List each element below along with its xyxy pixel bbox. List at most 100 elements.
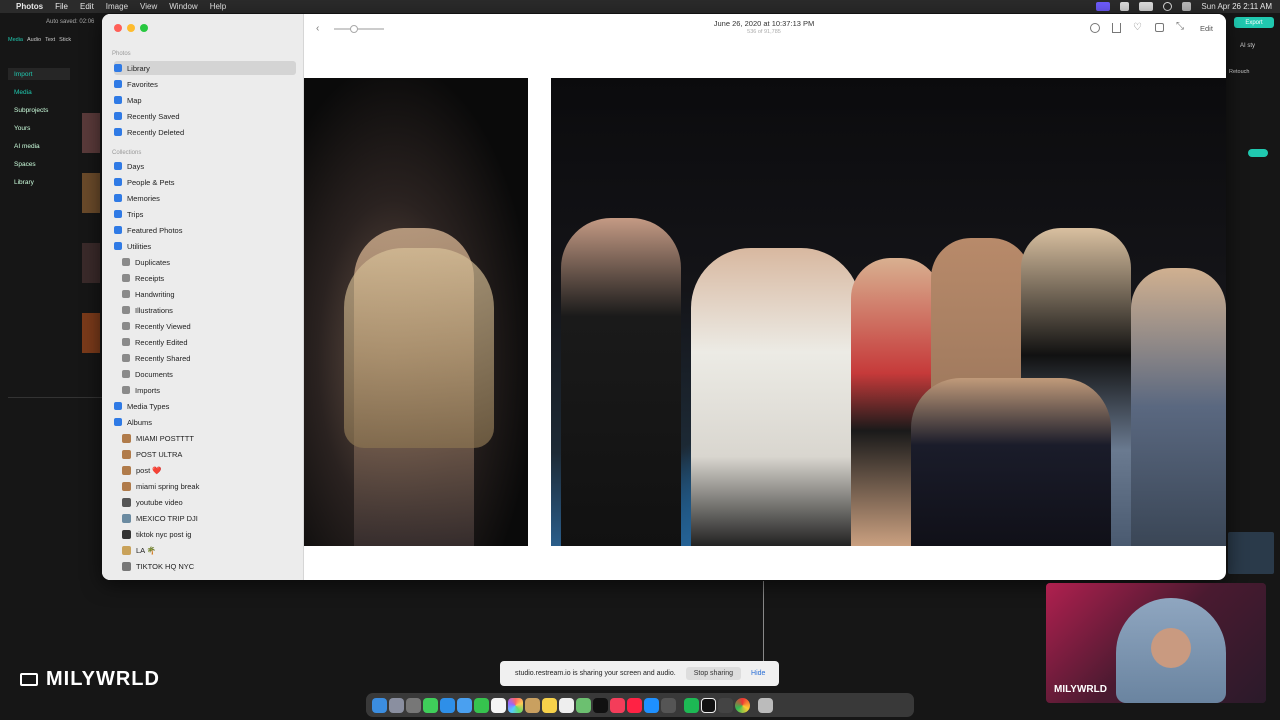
minimize-button[interactable] (127, 24, 135, 32)
menu-app-name[interactable]: Photos (16, 2, 43, 11)
album-item[interactable]: POST ULTRA (122, 447, 296, 461)
capcut-thumb[interactable] (82, 313, 100, 353)
menu-view[interactable]: View (140, 2, 157, 11)
capcut-icon[interactable] (701, 697, 716, 713)
settings-icon[interactable] (406, 697, 421, 713)
rotate-icon[interactable] (1155, 23, 1164, 32)
edit-button[interactable]: Edit (1200, 24, 1213, 33)
capcut-side-spaces[interactable]: Spaces (8, 158, 70, 170)
sidebar-item-illustrations[interactable]: Illustrations (122, 303, 296, 317)
previous-photo[interactable] (304, 78, 528, 546)
tv-icon[interactable] (593, 697, 608, 713)
app-icon[interactable] (661, 697, 676, 713)
chrome-icon[interactable] (735, 697, 750, 713)
sidebar-item-featured[interactable]: Featured Photos (114, 223, 296, 237)
spotify-icon[interactable] (684, 697, 699, 713)
album-item[interactable]: LA 🌴 (122, 543, 296, 557)
launchpad-icon[interactable] (389, 697, 404, 713)
menu-file[interactable]: File (55, 2, 68, 11)
capcut-side-yours[interactable]: Yours (8, 122, 70, 134)
menu-window[interactable]: Window (169, 2, 197, 11)
stop-sharing-button[interactable]: Stop sharing (685, 667, 742, 680)
retouch-label[interactable]: Retouch (1229, 69, 1250, 75)
menu-help[interactable]: Help (210, 2, 226, 11)
menubar-datetime[interactable]: Sun Apr 26 2:11 AM (1201, 2, 1272, 11)
sidebar-item-media-types[interactable]: Media Types (114, 399, 296, 413)
heart-icon[interactable]: ♡ (1133, 22, 1142, 33)
tab-text[interactable]: Text (45, 37, 55, 57)
reminders-icon[interactable] (559, 697, 574, 713)
sidebar-item-documents[interactable]: Documents (122, 367, 296, 381)
control-center-icon[interactable] (1182, 2, 1192, 11)
sidebar-item-handwriting[interactable]: Handwriting (122, 287, 296, 301)
finder-icon[interactable] (372, 697, 387, 713)
sidebar-item-imports[interactable]: Imports (122, 383, 296, 397)
menu-edit[interactable]: Edit (80, 2, 94, 11)
mail-icon[interactable] (457, 697, 472, 713)
tab-audio[interactable]: Audio (27, 37, 41, 57)
capcut-thumb[interactable] (82, 243, 100, 283)
notes-icon[interactable] (542, 697, 557, 713)
capcut-side-media[interactable]: Media (8, 86, 70, 98)
info-icon[interactable] (1090, 23, 1100, 33)
sidebar-item-utilities[interactable]: Utilities (114, 239, 296, 253)
share-icon[interactable] (1112, 23, 1121, 33)
app-icon[interactable] (718, 697, 733, 713)
zoom-button[interactable] (140, 24, 148, 32)
sidebar-item-library[interactable]: Library (114, 61, 296, 75)
screen-share-icon[interactable] (1096, 2, 1111, 11)
maps-icon[interactable] (576, 697, 591, 713)
export-button[interactable]: Export (1234, 17, 1274, 28)
capcut-side-library[interactable]: Library (8, 176, 70, 188)
sidebar-item-days[interactable]: Days (114, 159, 296, 173)
safari-icon[interactable] (440, 697, 455, 713)
album-item[interactable]: miami spring break (122, 479, 296, 493)
sidebar-item-map[interactable]: Map (114, 93, 296, 107)
hide-button[interactable]: Hide (751, 670, 765, 677)
sidebar-item-duplicates[interactable]: Duplicates (122, 255, 296, 269)
capcut-thumb[interactable] (82, 173, 100, 213)
sidebar-item-recently-viewed[interactable]: Recently Viewed (122, 319, 296, 333)
timeline-clip[interactable] (1228, 532, 1274, 574)
sidebar-item-recently-saved[interactable]: Recently Saved (114, 109, 296, 123)
sidebar-item-receipts[interactable]: Receipts (122, 271, 296, 285)
album-item[interactable]: tiktok nyc post ig (122, 527, 296, 541)
album-item[interactable]: TIKTOK HQ NYC (122, 559, 296, 573)
enhance-icon[interactable]: ⤡ (1176, 21, 1184, 32)
tab-stickers[interactable]: Stick (59, 37, 71, 57)
toggle-switch[interactable] (1248, 149, 1268, 157)
sidebar-item-albums[interactable]: Albums (114, 415, 296, 429)
album-item[interactable]: post ❤️ (122, 463, 296, 477)
tab-media[interactable]: Media (8, 37, 23, 57)
appstore-icon[interactable] (644, 697, 659, 713)
search-icon[interactable] (1163, 2, 1173, 11)
news-icon[interactable] (627, 697, 642, 713)
album-item[interactable]: youtube video (122, 495, 296, 509)
app-icon[interactable] (525, 697, 540, 713)
sidebar-item-memories[interactable]: Memories (114, 191, 296, 205)
zoom-slider-knob[interactable] (350, 25, 358, 33)
album-item[interactable]: MEXICO TRIP DJI (122, 511, 296, 525)
album-item[interactable]: MIAMI POSTTTT (122, 431, 296, 445)
sidebar-item-recently-deleted[interactable]: Recently Deleted (114, 125, 296, 139)
battery-icon[interactable] (1139, 2, 1154, 11)
zoom-slider[interactable] (334, 25, 384, 33)
sidebar-item-trips[interactable]: Trips (114, 207, 296, 221)
ai-style-label[interactable]: AI sty (1240, 43, 1255, 49)
wifi-icon[interactable] (1120, 2, 1130, 11)
capcut-thumb[interactable] (82, 113, 100, 153)
photos-icon[interactable] (508, 697, 523, 713)
sidebar-item-favorites[interactable]: Favorites (114, 77, 296, 91)
messages-icon[interactable] (423, 697, 438, 713)
trash-icon[interactable] (758, 697, 773, 713)
sidebar-item-recently-edited[interactable]: Recently Edited (122, 335, 296, 349)
facetime-icon[interactable] (474, 697, 489, 713)
sidebar-item-recently-shared[interactable]: Recently Shared (122, 351, 296, 365)
capcut-side-subprojects[interactable]: Subprojects (8, 104, 70, 116)
music-icon[interactable] (610, 697, 625, 713)
menu-image[interactable]: Image (106, 2, 128, 11)
sidebar-item-people-pets[interactable]: People & Pets (114, 175, 296, 189)
close-button[interactable] (114, 24, 122, 32)
capcut-side-import[interactable]: Import (8, 68, 70, 80)
calendar-icon[interactable] (491, 697, 506, 713)
